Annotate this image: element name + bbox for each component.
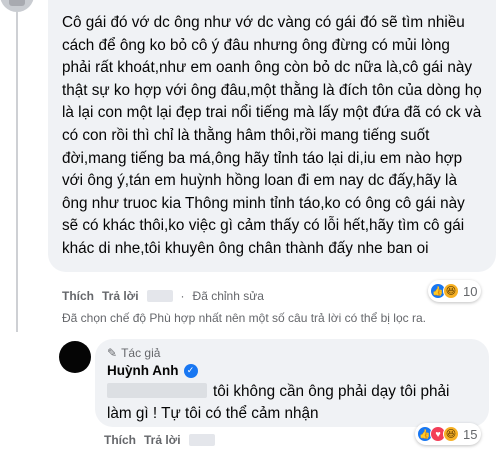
reaction-count: 10 (463, 283, 478, 299)
separator-dot: · (180, 289, 185, 303)
reply-timestamp-blurred[interactable] (188, 434, 215, 446)
reply-reaction-count: 15 (463, 426, 478, 442)
reply-reply-button[interactable]: Trả lời (144, 433, 181, 447)
author-tag: Tác giả (121, 346, 161, 360)
verified-badge-icon: ✓ (183, 363, 198, 378)
author-avatar[interactable] (59, 341, 91, 373)
mention-blurred[interactable] (107, 383, 207, 398)
timestamp-blurred[interactable] (146, 290, 173, 302)
reply-actions: Thích Trả lời (104, 433, 215, 447)
author-tag-row: ✎ Tác giả (107, 346, 477, 360)
reply-bubble: ✎ Tác giả Huỳnh Anh ✓ tôi không cần ông … (95, 339, 489, 427)
comment-actions: Thích Trả lời · Đã chỉnh sửa (62, 289, 264, 303)
pen-icon: ✎ (107, 346, 118, 360)
comment-text: Cô gái đó vớ dc ông như vớ dc vàng có gá… (62, 14, 482, 257)
reply-reactions[interactable]: 👍 ♥ 😆 15 (415, 423, 482, 445)
comment-bubble: Cô gái đó vớ dc ông như vớ dc vàng có gá… (48, 0, 496, 272)
edited-label: Đã chỉnh sửa (192, 289, 264, 303)
comment-reactions[interactable]: 👍 😆 10 (428, 280, 482, 302)
filter-notice: Đã chọn chế độ Phù hợp nhất nên một số c… (62, 311, 426, 325)
reply-like-button[interactable]: Thích (104, 433, 136, 447)
thread-line-upper (16, 12, 18, 332)
author-name-row: Huỳnh Anh ✓ (107, 363, 477, 378)
reply-text-block: tôi không cần ông phải dạy tôi phải làm … (107, 381, 477, 425)
like-button[interactable]: Thích (62, 289, 94, 303)
commenter-avatar[interactable] (0, 0, 34, 12)
haha-icon: 😆 (443, 426, 459, 442)
reply-button[interactable]: Trả lời (102, 289, 139, 303)
author-name[interactable]: Huỳnh Anh (107, 363, 179, 378)
haha-icon: 😆 (443, 283, 459, 299)
